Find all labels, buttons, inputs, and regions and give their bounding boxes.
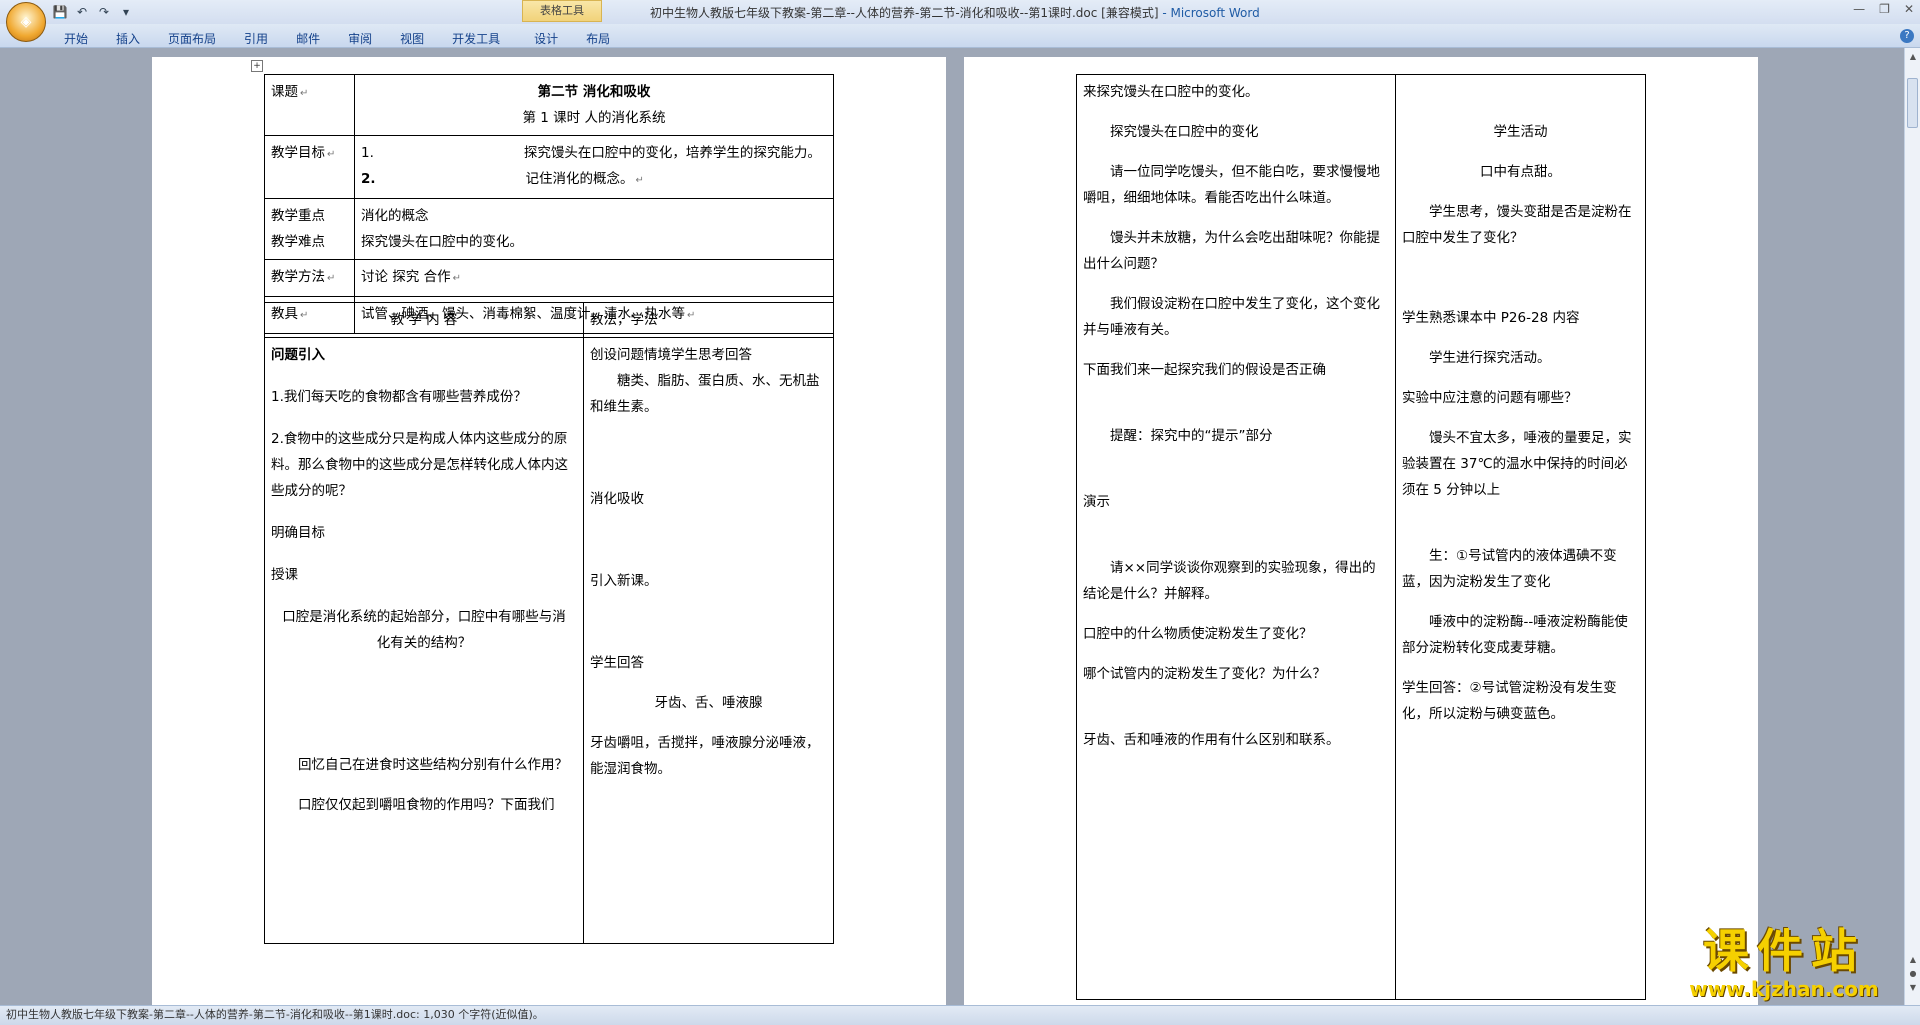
cell-goal-label: 教学目标 ↵ (264, 135, 355, 199)
cell-topic-label: 课题 ↵ (264, 74, 355, 136)
redo-icon[interactable]: ↷ (96, 4, 112, 20)
teaching-content-table-continued: 来探究馒头在口腔中的变化。 探究馒头在口腔中的变化 请一位同学吃馒头，但不能白吃… (1076, 74, 1646, 1000)
cell-key-value: 消化的概念 探究馒头在口腔中的变化。 (354, 198, 834, 260)
restore-icon[interactable]: ❐ (1879, 2, 1890, 16)
quick-access-toolbar: 💾 ↶ ↷ ▾ (52, 4, 134, 20)
logo-url: www.kjzhan.com (1689, 977, 1879, 1001)
page-left: + 课题 ↵ 第二节 消化和吸收第 1 课时 人的消化系统 教学目标 ↵ 1. 探究馒… (152, 57, 946, 1005)
cell-key-label: 教学重点 教学难点 (264, 198, 355, 260)
customize-qat-icon[interactable]: ▾ (118, 4, 134, 20)
office-button[interactable]: ◈ (6, 2, 46, 42)
scroll-up-icon[interactable]: ▲ (1908, 52, 1918, 62)
select-browse-object-icon[interactable]: ● (1908, 969, 1918, 979)
office-logo-icon: ◈ (20, 14, 32, 30)
teaching-content-table: 教 学 内 容 教法，学法 问题引入 1.我们每天吃的食物都含有哪些营养成份？ … (264, 302, 834, 944)
tab-developer[interactable]: 开发工具 (438, 28, 514, 49)
window-title: 初中生物人教版七年级下教案-第二章--人体的营养-第二节-消化和吸收--第1课时… (650, 4, 1260, 21)
ribbon: 开始 插入 页面布局 引用 邮件 审阅 视图 开发工具 设计 布局 ? (0, 24, 1920, 48)
tab-design[interactable]: 设计 (520, 28, 572, 49)
vertical-scrollbar[interactable]: ▲ ▲ ● ▼ (1904, 48, 1920, 1005)
app-name: - Microsoft Word (1158, 6, 1260, 20)
status-bar: 初中生物人教版七年级下教案-第二章--人体的营养-第二节-消化和吸收--第1课时… (0, 1005, 1920, 1025)
tab-references[interactable]: 引用 (230, 28, 282, 49)
close-icon[interactable]: ✕ (1904, 2, 1914, 16)
window-controls: — ❐ ✕ (1853, 2, 1914, 16)
title-bar: 💾 ↶ ↷ ▾ 表格工具 初中生物人教版七年级下教案-第二章--人体的营养-第二… (0, 0, 1920, 24)
help-icon[interactable]: ? (1900, 29, 1914, 43)
undo-icon[interactable]: ↶ (74, 4, 90, 20)
cell-method-label: 教学方法 ↵ (264, 259, 355, 297)
tab-layout[interactable]: 布局 (572, 28, 624, 49)
ribbon-tabs: 开始 插入 页面布局 引用 邮件 审阅 视图 开发工具 设计 布局 (50, 28, 624, 49)
content-left: 问题引入 1.我们每天吃的食物都含有哪些营养成份？ 2.食物中的这些成分只是构成… (264, 337, 584, 944)
header-content: 教 学 内 容 (264, 302, 584, 338)
save-icon[interactable]: 💾 (52, 4, 68, 20)
next-page-icon[interactable]: ▼ (1908, 983, 1918, 993)
cell-topic-value: 第二节 消化和吸收第 1 课时 人的消化系统 (354, 74, 834, 136)
continued-right: 学生活动 口中有点甜。 学生思考，馒头变甜是否是淀粉在口腔中发生了变化？ 学生熟… (1395, 74, 1646, 1000)
cell-goal-value: 1. 探究馒头在口腔中的变化，培养学生的探究能力。 2. 记住消化的概念。 ↵ (354, 135, 834, 199)
context-tab-label: 表格工具 (522, 0, 602, 22)
prev-page-icon[interactable]: ▲ (1908, 955, 1918, 965)
minimize-icon[interactable]: — (1853, 2, 1865, 16)
tab-home[interactable]: 开始 (50, 28, 102, 49)
continued-left: 来探究馒头在口腔中的变化。 探究馒头在口腔中的变化 请一位同学吃馒头，但不能白吃… (1076, 74, 1396, 1000)
header-method: 教法，学法 (583, 302, 834, 338)
page-right: 来探究馒头在口腔中的变化。 探究馒头在口腔中的变化 请一位同学吃馒头，但不能白吃… (964, 57, 1758, 1005)
lesson-info-table: 课题 ↵ 第二节 消化和吸收第 1 课时 人的消化系统 教学目标 ↵ 1. 探究馒头在… (264, 74, 834, 334)
document-title: 初中生物人教版七年级下教案-第二章--人体的营养-第二节-消化和吸收--第1课时… (650, 6, 1159, 20)
table-move-handle-icon[interactable]: + (251, 60, 263, 72)
tab-review[interactable]: 审阅 (334, 28, 386, 49)
tab-view[interactable]: 视图 (386, 28, 438, 49)
tab-insert[interactable]: 插入 (102, 28, 154, 49)
status-text: 初中生物人教版七年级下教案-第二章--人体的营养-第二节-消化和吸收--第1课时… (6, 1008, 544, 1021)
content-right: 创设问题情境学生思考回答 糖类、脂肪、蛋白质、水、无机盐和维生素。 消化吸收 引… (583, 337, 834, 944)
kjzhan-watermark-logo: 课件站 www.kjzhan.com (1668, 926, 1900, 1006)
scrollbar-thumb[interactable] (1907, 78, 1918, 128)
logo-text: 课件站 (1703, 924, 1865, 978)
tab-mailings[interactable]: 邮件 (282, 28, 334, 49)
cell-method-value: 讨论 探究 合作 ↵ (354, 259, 834, 297)
tab-page-layout[interactable]: 页面布局 (154, 28, 230, 49)
